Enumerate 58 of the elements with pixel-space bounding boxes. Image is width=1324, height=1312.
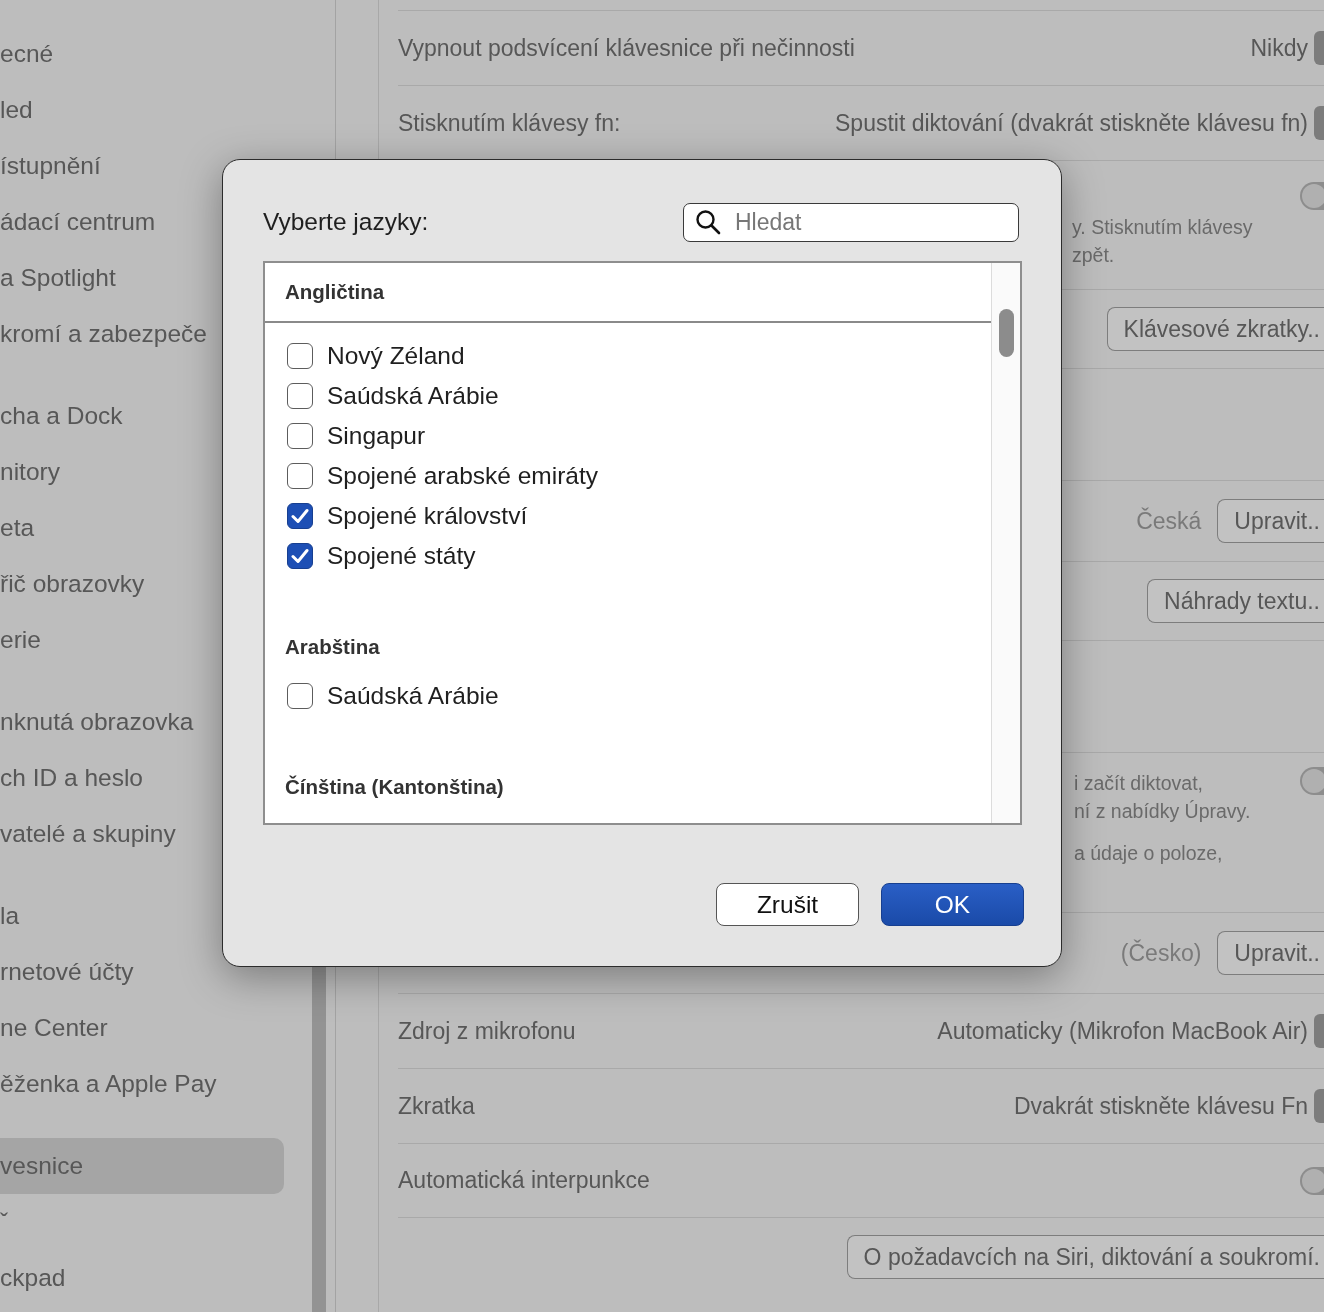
language-option[interactable]: Nový Zéland xyxy=(327,342,465,370)
edit-button[interactable]: Upravit.. xyxy=(1217,499,1324,543)
setting-label: Vypnout podsvícení klávesnice při nečinnosti xyxy=(398,34,855,62)
setting-value: Spustit diktování (dvakrát stiskněte klávesu fn) xyxy=(835,109,1308,137)
language-option[interactable]: Singapur xyxy=(327,422,426,450)
ok-button[interactable]: OK xyxy=(881,883,1024,926)
group-header: Arabština xyxy=(285,635,380,659)
settings-button[interactable]: Klávesové zkratky.. xyxy=(1106,307,1324,351)
language-option[interactable]: Spojené království xyxy=(327,502,528,530)
checkbox[interactable] xyxy=(287,423,313,449)
sidebar-item[interactable]: rnetové účty xyxy=(0,944,284,1000)
setting-value: (Česko) xyxy=(1120,939,1202,967)
setting-value: Dvakrát stiskněte klávesu Fn xyxy=(1014,1092,1308,1120)
description-text: ní z nabídky Úpravy. xyxy=(1074,799,1251,824)
scrollbar[interactable] xyxy=(998,309,1014,357)
search-icon xyxy=(695,208,721,235)
description-text: a údaje o poloze, xyxy=(1074,841,1224,866)
description-text: zpět. xyxy=(1072,243,1116,268)
checkbox[interactable] xyxy=(287,543,313,569)
checkbox[interactable] xyxy=(287,503,313,529)
setting-value: Česká xyxy=(1136,507,1202,535)
popup-button[interactable] xyxy=(1314,31,1324,65)
language-option[interactable]: Saúdská Arábie xyxy=(327,382,499,410)
setting-label: Automatická interpunkce xyxy=(398,1167,650,1194)
sidebar-item[interactable]: ckpad xyxy=(0,1250,284,1306)
setting-value: Nikdy xyxy=(1250,34,1308,62)
checkbox[interactable] xyxy=(287,383,313,409)
popup-button[interactable] xyxy=(1314,106,1324,140)
settings-button[interactable]: Náhrady textu.. xyxy=(1147,579,1324,623)
language-option[interactable]: Spojené státy xyxy=(327,542,476,570)
search-field[interactable]: Hledat xyxy=(683,202,1019,242)
popup-button[interactable] xyxy=(1314,1089,1324,1123)
settings-button[interactable]: O požadavcích na Siri, diktování a soukromí. xyxy=(846,1235,1324,1279)
sidebar-item[interactable]: ěženka a Apple Pay xyxy=(0,1056,284,1112)
setting-label: Zdroj z mikrofonu xyxy=(398,1017,576,1045)
sidebar-item[interactable]: ecné xyxy=(0,26,284,82)
dialog-title: Vyberte jazyky: xyxy=(263,208,429,236)
checkmark-icon xyxy=(291,548,309,564)
language-option[interactable]: Saúdská Arábie xyxy=(327,682,499,710)
language-option[interactable]: Spojené arabské emiráty xyxy=(327,462,598,490)
sidebar-item[interactable]: vesnice xyxy=(0,1138,284,1194)
cancel-button[interactable]: Zrušit xyxy=(716,883,859,926)
group-header: Angličtina xyxy=(285,280,385,304)
checkbox[interactable] xyxy=(287,683,313,709)
setting-label: Stisknutím klávesy fn: xyxy=(398,109,621,137)
sidebar-item[interactable]: led xyxy=(0,82,284,138)
sidebar-item[interactable]: ne Center xyxy=(0,1000,284,1056)
group-header: Čínština (Kantonština) xyxy=(285,775,504,799)
checkbox[interactable] xyxy=(287,343,313,369)
description-text: i začít diktovat, xyxy=(1074,771,1204,796)
checkbox[interactable] xyxy=(287,463,313,489)
setting-label: Zkratka xyxy=(398,1092,475,1120)
checkmark-icon xyxy=(291,508,309,524)
description-text: y. Stisknutím klávesy xyxy=(1072,215,1254,240)
edit-button[interactable]: Upravit.. xyxy=(1217,931,1324,975)
setting-value: Automaticky (Mikrofon MacBook Air) xyxy=(937,1017,1308,1045)
sidebar-item[interactable]: ˇ xyxy=(0,1194,284,1250)
popup-button[interactable] xyxy=(1314,1014,1324,1048)
